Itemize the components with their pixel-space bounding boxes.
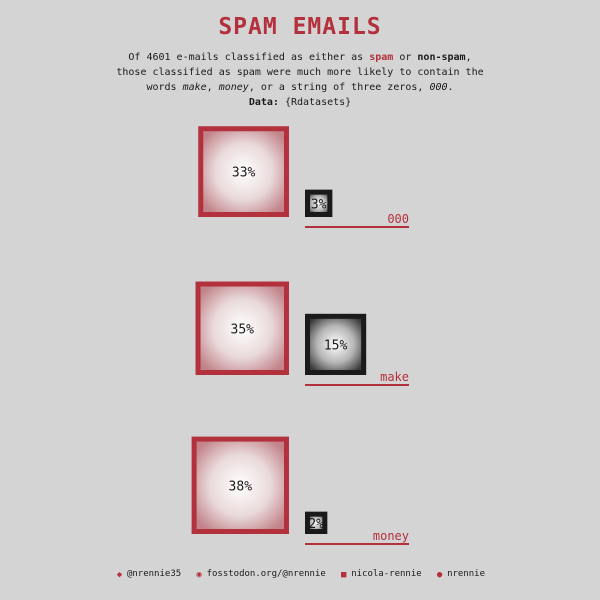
spam-value-label: 38% xyxy=(229,479,253,494)
footer-github[interactable]: ● nrennie xyxy=(435,569,486,580)
mastodon-icon: ◉ xyxy=(196,570,202,580)
footer: ◆ @nrennie35 ◉ fosstodon.org/@nrennie ■ nic… xyxy=(0,569,600,580)
nonspam-value-label: 3% xyxy=(311,197,327,212)
linkedin-icon: ■ xyxy=(341,570,347,580)
nonspam-value-label: 15% xyxy=(324,338,348,353)
nonspam-value-label: 2% xyxy=(308,517,324,532)
category-label: money xyxy=(373,529,409,543)
category-label: make xyxy=(380,370,409,384)
github-handle: nrennie xyxy=(447,569,486,579)
footer-twitter[interactable]: ◆ @nrennie35 xyxy=(115,569,182,580)
linkedin-handle: nicola-rennie xyxy=(351,569,422,579)
github-icon: ● xyxy=(436,570,443,580)
twitter-handle: @nrennie35 xyxy=(126,569,182,579)
twitter-icon: ◆ xyxy=(116,570,123,580)
chart-canvas: 33% 3% 000 35% 15% make 38% 2% money xyxy=(191,126,409,545)
footer-linkedin[interactable]: ■ nicola-rennie xyxy=(339,569,422,580)
spam-value-label: 33% xyxy=(232,166,256,181)
spam-value-label: 35% xyxy=(231,322,255,337)
mastodon-handle: fosstodon.org/@nrennie xyxy=(206,569,326,579)
footer-mastodon[interactable]: ◉ fosstodon.org/@nrennie xyxy=(195,569,326,580)
category-label: 000 xyxy=(387,212,409,226)
